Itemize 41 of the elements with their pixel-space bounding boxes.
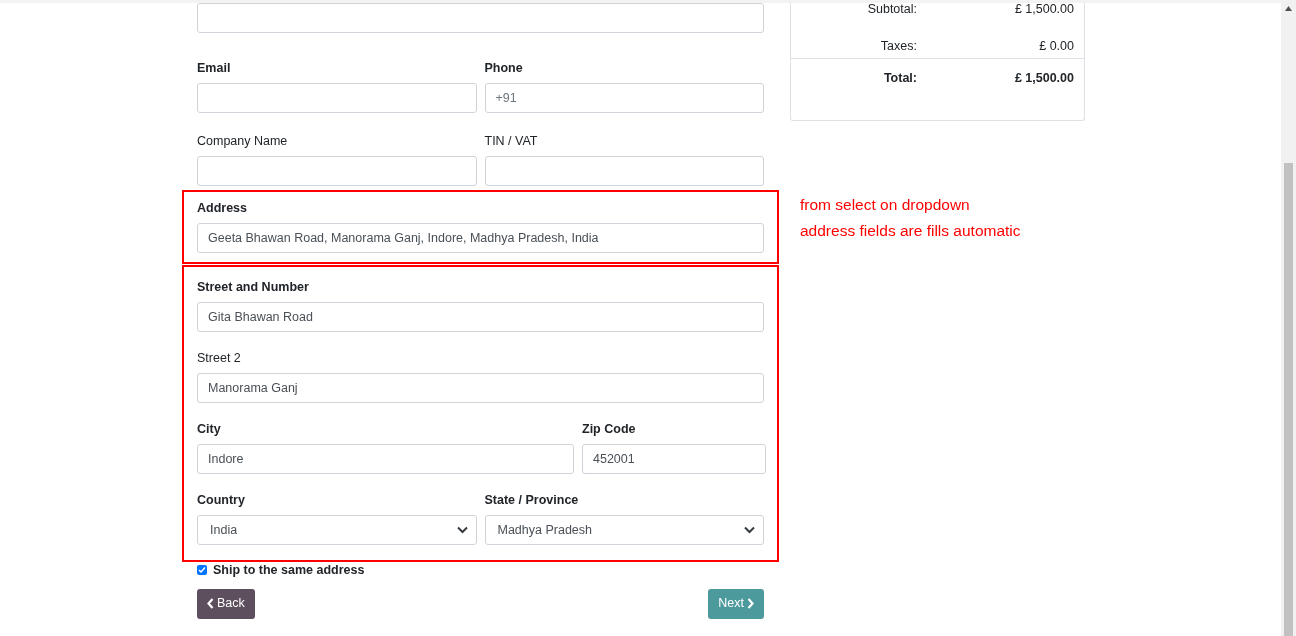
- input-field[interactable]: [197, 156, 477, 186]
- checkbox-label: Ship to the same address: [213, 562, 365, 579]
- scrollbar[interactable]: [1281, 0, 1296, 636]
- field-label: State / Province: [484, 492, 579, 508]
- input-field[interactable]: Indore: [197, 444, 574, 474]
- arrow-up-icon: [1285, 6, 1292, 11]
- input-field[interactable]: [197, 83, 477, 113]
- chevron-right-icon: [747, 598, 754, 610]
- input-field[interactable]: [197, 3, 764, 33]
- field-label: City: [197, 421, 221, 437]
- summary-label: Total:: [882, 70, 917, 88]
- input-field[interactable]: +91: [484, 83, 764, 113]
- field-label: Street and Number: [197, 279, 309, 295]
- annotation-text: from select on dropdown: [800, 196, 970, 214]
- field-label: Email: [197, 60, 231, 76]
- input-field[interactable]: Manorama Ganj: [197, 373, 764, 403]
- field-label: TIN / VAT: [484, 133, 538, 149]
- annotation-text: address fields are fills automatic: [800, 222, 1021, 240]
- checkbox[interactable]: [197, 565, 207, 576]
- summary-value: £ 0.00: [1038, 37, 1074, 55]
- summary-label: Subtotal:: [866, 0, 917, 18]
- field-label: Company Name: [197, 133, 288, 149]
- field-label: Country: [197, 492, 245, 508]
- field-label: Address: [197, 200, 248, 216]
- field-label: Phone: [484, 60, 523, 76]
- input-field[interactable]: Geeta Bhawan Road, Manorama Ganj, Indore, Madhya Pradesh, India: [197, 223, 764, 253]
- input-field[interactable]: [484, 156, 764, 186]
- back-button[interactable]: Back: [197, 588, 255, 619]
- select-field[interactable]: India: [197, 515, 477, 545]
- select-field[interactable]: Madhya Pradesh: [484, 515, 764, 545]
- checkmark-icon: [198, 566, 206, 575]
- summary-value: £ 1,500.00: [1013, 0, 1074, 18]
- summary-value: £ 1,500.00: [1013, 70, 1074, 88]
- field-label: Street 2: [197, 350, 241, 366]
- chevron-left-icon: [207, 598, 214, 610]
- chevron-down-icon: [456, 526, 468, 534]
- chevron-down-icon: [744, 526, 755, 534]
- input-field[interactable]: 452001: [582, 444, 766, 474]
- input-field[interactable]: Gita Bhawan Road: [197, 302, 764, 332]
- field-label: Zip Code: [582, 421, 636, 437]
- summary-label: Taxes:: [879, 37, 917, 55]
